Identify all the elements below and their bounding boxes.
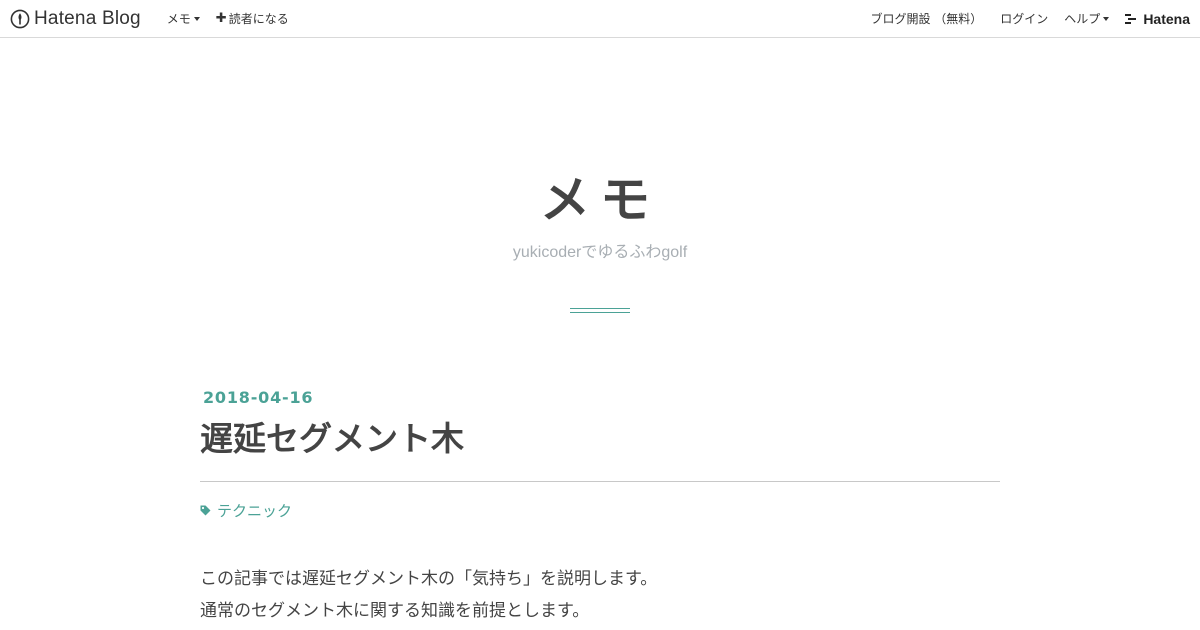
entry-title-link[interactable]: 遅延セグメント木 [200, 419, 1000, 482]
hatena-blog-icon [10, 9, 30, 28]
body-paragraph: この記事では遅延セグメント木の「気持ち」を説明します。 [200, 569, 658, 589]
tag-icon [200, 505, 211, 516]
blog-menu-dropdown[interactable]: メモ [159, 0, 208, 37]
subscribe-button[interactable]: ✚ 読者になる [208, 0, 297, 37]
hatena-menu-icon [1125, 13, 1137, 24]
brand-name: Hatena Blog [34, 7, 141, 29]
caret-down-icon [193, 16, 200, 21]
global-header-right: ブログ開設 （無料） ログイン ヘルプ Hatena [862, 0, 1190, 37]
login-link[interactable]: ログイン [990, 0, 1056, 37]
global-header: Hatena Blog メモ ✚ 読者になる ブログ開設 （無料） ログイン ヘ… [0, 0, 1200, 38]
caret-down-icon [1103, 16, 1110, 21]
blog-description: yukicoderでゆるふわgolf [512, 244, 688, 261]
global-header-left: Hatena Blog メモ ✚ 読者になる [10, 0, 297, 37]
article: 2018-04-16 遅延セグメント木 テクニック この記事では遅延セグメント木… [200, 388, 1000, 627]
subscribe-label: 読者になる [228, 12, 289, 26]
signup-link[interactable]: ブログ開設 （無料） [862, 0, 990, 37]
plus-icon: ✚ [215, 11, 227, 26]
signup-label: ブログ開設 （無料） [870, 12, 983, 26]
help-label: ヘルプ [1064, 12, 1101, 26]
entry-date-link[interactable]: 2018-04-16 [203, 388, 1000, 407]
category-link[interactable]: テクニック [217, 500, 292, 521]
blog-menu-label: メモ [166, 12, 191, 26]
entry-categories: テクニック [200, 500, 1000, 521]
body-paragraph: 通常のセグメント木に関する知識を前提とします。 [200, 601, 590, 621]
help-dropdown[interactable]: ヘルプ [1056, 0, 1117, 37]
hatena-blog-logo[interactable]: Hatena Blog [10, 8, 141, 30]
blog-header: メモ yukicoderでゆるふわgolf [0, 38, 1200, 313]
header-divider [570, 308, 630, 313]
hatena-label: Hatena [1143, 10, 1190, 27]
hatena-menu[interactable]: Hatena [1117, 11, 1190, 27]
blog-title[interactable]: メモ [0, 170, 1200, 230]
entry-content: この記事では遅延セグメント木の「気持ち」を説明します。 通常のセグメント木に関す… [200, 563, 1000, 627]
login-label: ログイン [1000, 12, 1049, 26]
